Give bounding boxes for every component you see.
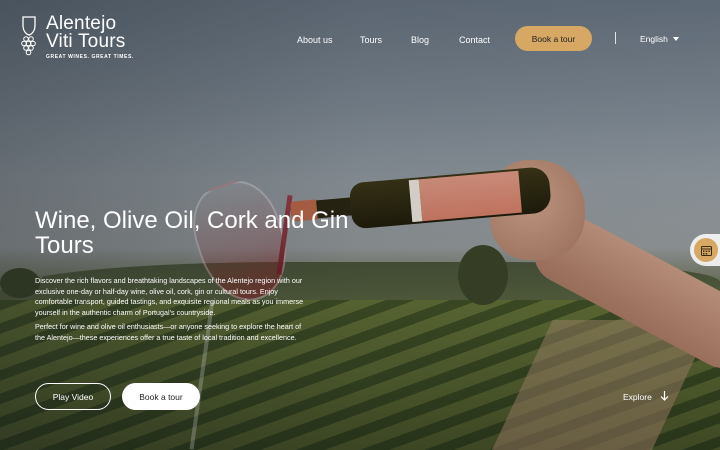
wine-glass-grapes-icon [18, 15, 40, 57]
hero-section: Alentejo Viti Tours GREAT WINES. GREAT T… [0, 0, 720, 450]
nav-contact[interactable]: Contact [459, 35, 490, 45]
brand-logo[interactable]: Alentejo Viti Tours GREAT WINES. GREAT T… [18, 14, 134, 60]
explore-link[interactable]: Explore [623, 391, 669, 403]
calendar-booking-widget[interactable] [690, 234, 720, 266]
calendar-icon [694, 238, 718, 262]
play-video-button[interactable]: Play Video [35, 383, 111, 410]
nav-divider [615, 32, 616, 44]
nav-blog[interactable]: Blog [411, 35, 429, 45]
explore-label: Explore [623, 392, 652, 402]
arrow-down-icon [660, 391, 669, 403]
hero-description-secondary: Perfect for wine and olive oil enthusias… [35, 322, 302, 342]
nav-about[interactable]: About us [297, 35, 333, 45]
nav-tours[interactable]: Tours [360, 35, 382, 45]
book-tour-header-button[interactable]: Book a tour [515, 26, 592, 51]
chevron-down-icon [672, 37, 679, 41]
brand-name-line2: Viti Tours [46, 31, 126, 52]
brand-tagline: GREAT WINES. GREAT TIMES. [46, 54, 134, 60]
hero-description: Discover the rich flavors and breathtaki… [35, 276, 304, 317]
language-label: English [640, 34, 668, 44]
hero-title: Wine, Olive Oil, Cork and Gin Tours [35, 207, 349, 259]
language-selector[interactable]: English [640, 34, 679, 44]
book-tour-button[interactable]: Book a tour [122, 383, 200, 410]
